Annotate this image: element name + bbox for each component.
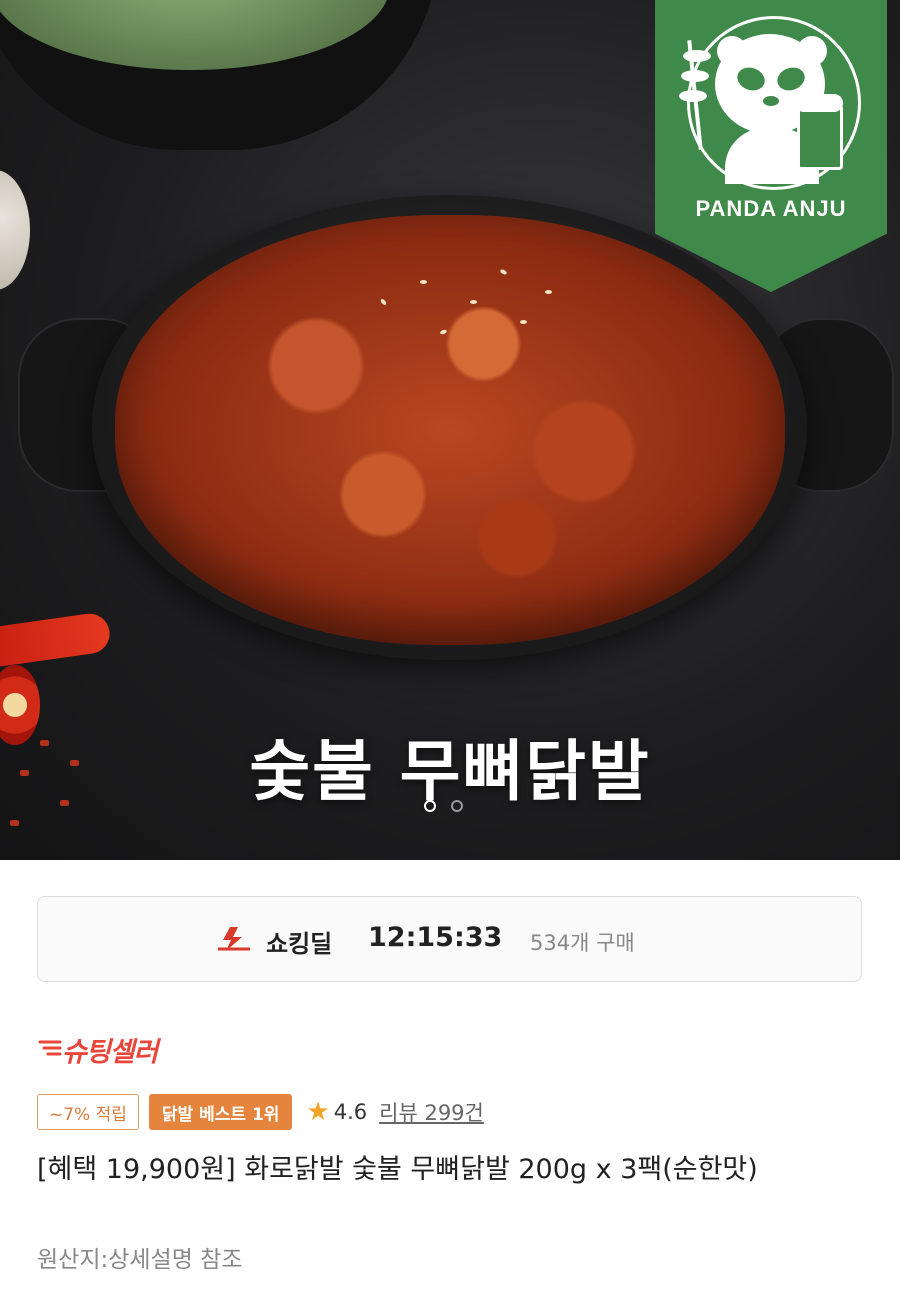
shocking-deal-icon (218, 927, 250, 951)
points-tag: ~7% 적립 (37, 1094, 139, 1130)
star-icon: ★ (306, 1097, 330, 1127)
red-chili-decoration (0, 611, 113, 669)
purchase-count: 534개 구매 (530, 931, 635, 955)
shocking-deal-box[interactable]: 쇼킹딜 12:15:33 534개 구매 (37, 896, 862, 982)
beer-mug-icon (797, 104, 843, 170)
brand-logo-text: PANDA ANJU (695, 196, 847, 221)
product-title: [혜택 19,900원] 화로닭발 숯불 무뼈닭발 200g x 3팩(순한맛) (37, 1154, 758, 1185)
speed-lines-icon (38, 1040, 62, 1056)
vegetable-bowl (0, 0, 440, 150)
chicken-feet-dish (115, 215, 785, 645)
carousel-dot-active[interactable] (424, 800, 436, 812)
deal-countdown-timer: 12:15:33 (368, 922, 503, 953)
best-rank-tag[interactable]: 닭발 베스트 1위 (148, 1094, 293, 1130)
carousel-dot[interactable] (451, 800, 464, 812)
rating: ★ 4.6 (306, 1097, 367, 1127)
rating-score: 4.6 (333, 1100, 368, 1124)
carousel-indicator (424, 797, 473, 816)
origin-info: 원산지:상세설명 참조 (37, 1247, 243, 1273)
product-image-carousel[interactable]: PANDA ANJU 숯불 무뼈닭발 (0, 0, 900, 860)
review-link[interactable]: 리뷰 299건 (379, 1097, 484, 1127)
panda-anju-logo: PANDA ANJU (655, 0, 887, 292)
seller-badge-text: 슈팅셀러 (62, 1037, 158, 1068)
product-tags: ~7% 적립 닭발 베스트 1위 ★ 4.6 리뷰 299건 (37, 1092, 484, 1132)
garlic-decoration (0, 170, 30, 290)
deal-label: 쇼킹딜 (266, 930, 333, 958)
